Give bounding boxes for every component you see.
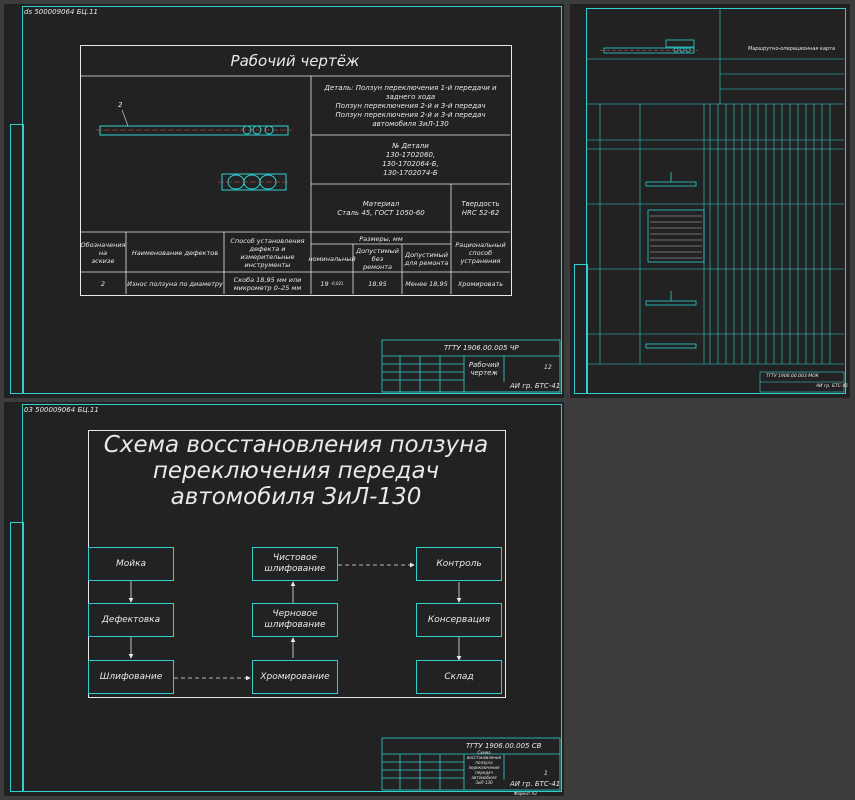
header-allowed-repair: Допустимый для ремонта xyxy=(404,250,449,267)
stamp-name: Рабочий чертеж xyxy=(468,361,500,377)
stamp-format: Формат А3 xyxy=(514,791,537,796)
part-callout: 2 xyxy=(118,101,123,109)
row-nominal: 19 -0,021 xyxy=(311,273,353,294)
row-allowed-repair: Менее 18,95 xyxy=(405,279,448,288)
material: Материал Сталь 45, ГОСТ 1050-60 xyxy=(337,199,425,217)
header-repair-method: Рациональный способ устранения xyxy=(455,240,506,265)
route-card-lines xyxy=(586,8,845,393)
row-defect: Износ ползуна по диаметру xyxy=(127,279,223,288)
header-nominal: номинальный xyxy=(308,254,356,263)
hardness: Твердость HRC 52-62 xyxy=(461,199,500,217)
sheet-route-card: Маршрутно-операционная карта ТГТУ 1906.0… xyxy=(570,4,850,398)
header-sizes: Размеры, мм xyxy=(359,234,403,243)
stamp-group: АИ гр. БТС-41 xyxy=(510,382,561,390)
route-card-header: Маршрутно-операционная карта xyxy=(748,46,836,52)
header-allowed-no-repair: Допустимый без ремонта xyxy=(356,246,399,271)
route-card-stamp-group: АИ гр. БТС-41 xyxy=(816,384,849,389)
row-designation: 2 xyxy=(100,279,106,288)
stamp-name: Схема восстановления ползуна переключени… xyxy=(466,749,502,785)
header-defect: Наименование дефектов xyxy=(131,248,219,257)
row-allowed-no-repair: 18,95 xyxy=(368,279,387,288)
route-card-stamp-code: ТГТУ 1906.00.003 МОК xyxy=(766,374,819,379)
row-repair-method: Хромировать xyxy=(457,279,504,288)
row-nominal-value: 19 xyxy=(320,279,329,288)
stamp-sheets: 1 xyxy=(544,770,548,777)
stamp-sheets: 12 xyxy=(544,364,552,371)
stamp-code: ТГТУ 1906.00.005 ЧР xyxy=(444,344,519,352)
part-numbers: № Детали 130-1702060, 130-1702064-Б, 130… xyxy=(382,142,439,177)
stamp-group: АИ гр. БТС-41 xyxy=(510,780,561,788)
part-name: Деталь: Ползун переключения 1-й передачи… xyxy=(324,83,497,128)
stamp-lines xyxy=(381,737,561,791)
row-method: Скоба 18,95 мм или микрометр 0–25 мм xyxy=(233,275,302,292)
header-designation: Обозначения на эскизе xyxy=(80,240,126,265)
sheet-restoration-scheme: 03 500009064 БЦ.11 Схема восстановления … xyxy=(4,402,564,796)
sheet-working-drawing: ds 500009064 БЦ.11 Рабочий чертёж 2 Дета… xyxy=(4,4,564,398)
header-method: Способ установления дефекта и измеритель… xyxy=(230,236,305,269)
row-nominal-tolerance: -0,021 xyxy=(330,280,344,286)
